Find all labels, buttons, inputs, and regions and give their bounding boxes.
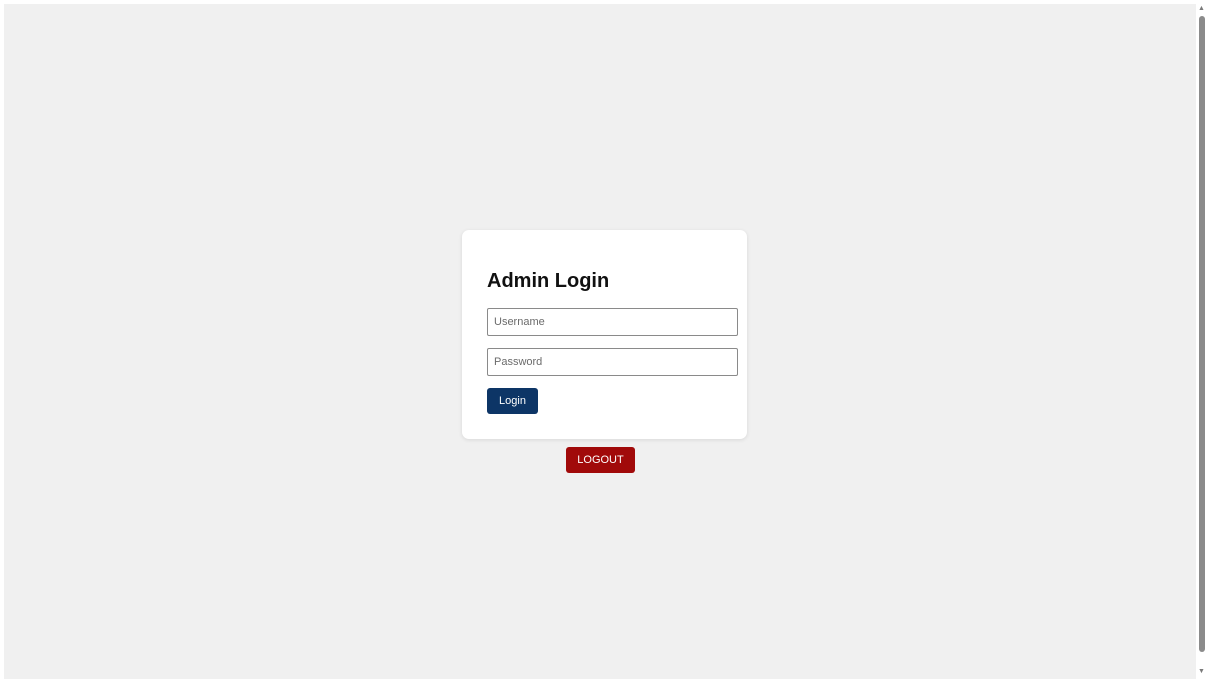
login-title: Admin Login <box>487 270 610 292</box>
username-input[interactable] <box>487 308 738 336</box>
password-input[interactable] <box>487 348 738 376</box>
scrollbar-thumb[interactable] <box>1199 16 1205 652</box>
scroll-up-arrow-icon[interactable]: ▲ <box>1196 3 1207 15</box>
login-button[interactable]: Login <box>487 388 538 414</box>
page-background: Admin Login Login <box>4 4 1196 679</box>
logout-button[interactable]: LOGOUT <box>566 447 635 473</box>
login-card: Admin Login Login <box>462 230 747 439</box>
vertical-scrollbar[interactable]: ▲ ▼ <box>1196 0 1207 679</box>
scroll-down-arrow-icon[interactable]: ▼ <box>1196 666 1207 678</box>
